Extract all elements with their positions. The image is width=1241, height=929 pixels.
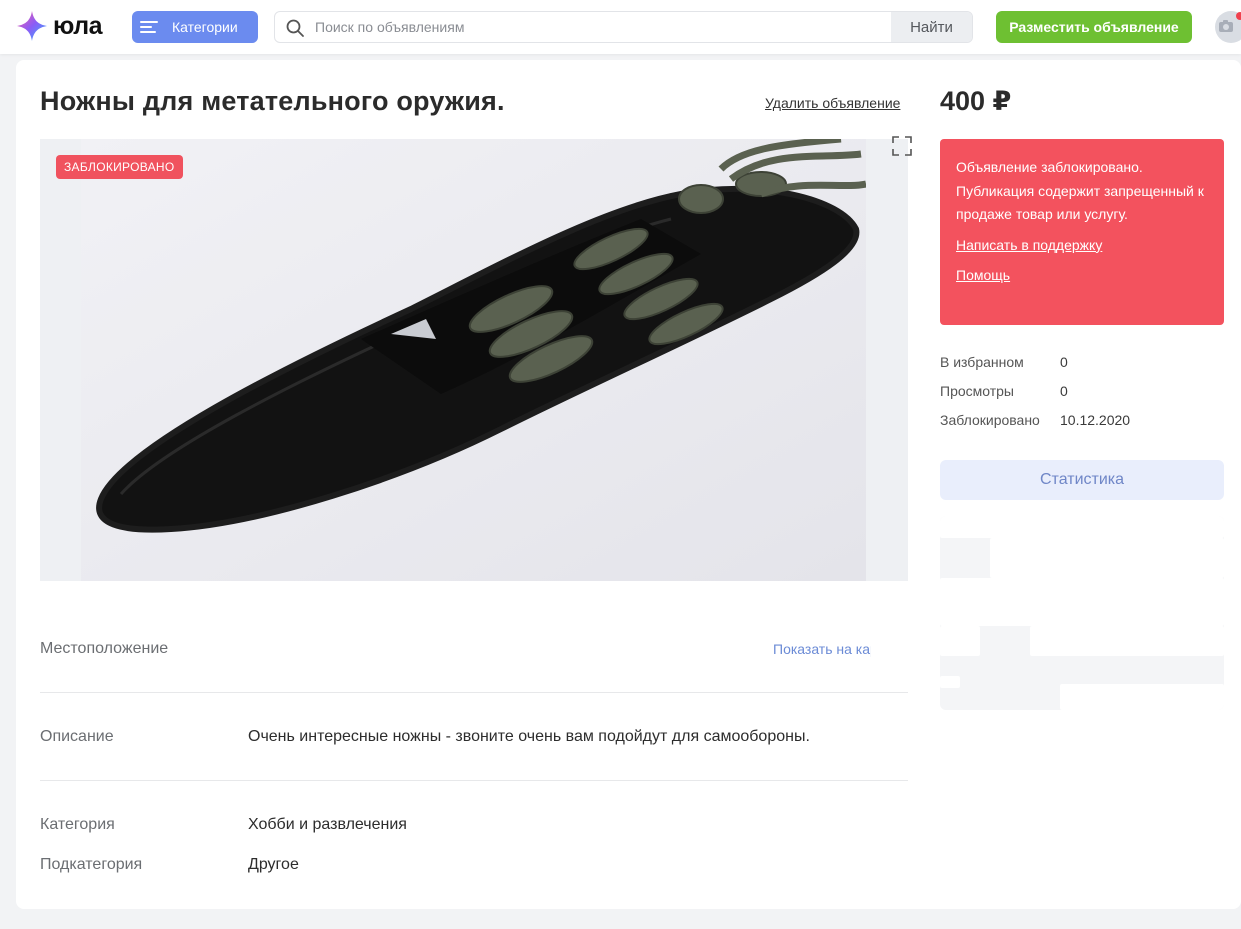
stat-label: В избранном (940, 354, 1024, 370)
logo-star-icon (16, 10, 48, 42)
divider (40, 780, 908, 781)
subcategory-label: Подкатегория (40, 856, 143, 873)
stat-value: 0 (1060, 354, 1068, 370)
price: 400 ₽ (940, 86, 1012, 116)
delete-ad-link[interactable]: Удалить объявление (765, 95, 900, 111)
status-badge: ЗАБЛОКИРОВАНО (56, 155, 183, 179)
blocked-message: Объявление заблокировано. Публикация сод… (956, 159, 1204, 222)
category-value: Хобби и развлечения (248, 816, 407, 833)
location-label: Местоположение (40, 640, 169, 657)
stat-label: Заблокировано (940, 412, 1040, 428)
search-input[interactable] (315, 12, 893, 42)
stat-label: Просмотры (940, 383, 1014, 399)
support-link[interactable]: Написать в поддержку (956, 234, 1208, 258)
search-bar: Найти (274, 11, 973, 43)
sheath-image (81, 139, 867, 581)
fullscreen-icon[interactable] (891, 135, 913, 157)
menu-icon (140, 20, 158, 34)
search-icon (286, 19, 304, 37)
top-header: юла Категории Найти Разместить объявлени… (0, 0, 1241, 54)
stat-value: 10.12.2020 (1060, 412, 1131, 428)
stat-value: 0 (1060, 383, 1068, 399)
page-title: Ножны для метательного оружия. (40, 86, 505, 116)
logo[interactable]: юла (16, 4, 103, 48)
blocked-notice: Объявление заблокировано. Публикация сод… (940, 139, 1224, 325)
listing-stats: В избранном 0 Просмотры 0 Заблокировано … (940, 354, 1130, 441)
statistics-button[interactable]: Статистика (940, 460, 1224, 500)
search-button[interactable]: Найти (891, 12, 972, 42)
description-label: Описание (40, 728, 114, 745)
stat-views: Просмотры 0 (940, 383, 1130, 412)
subcategory-value: Другое (248, 856, 299, 873)
photo-gallery[interactable] (40, 139, 908, 581)
post-ad-button[interactable]: Разместить объявление (996, 11, 1192, 43)
product-photo (81, 139, 867, 581)
notification-dot (1236, 12, 1241, 20)
categories-label: Категории (172, 19, 238, 35)
blurred-placeholder (940, 516, 1224, 710)
stat-blocked-date: Заблокировано 10.12.2020 (940, 412, 1130, 441)
show-on-map-link[interactable]: Показать на карте (773, 641, 871, 657)
help-link[interactable]: Помощь (956, 264, 1208, 288)
logo-text: юла (53, 11, 103, 40)
description-text: Очень интересные ножны - звоните очень в… (248, 728, 810, 745)
stat-favorites: В избранном 0 (940, 354, 1130, 383)
categories-button[interactable]: Категории (132, 11, 258, 43)
category-label: Категория (40, 816, 115, 833)
divider (40, 692, 908, 693)
